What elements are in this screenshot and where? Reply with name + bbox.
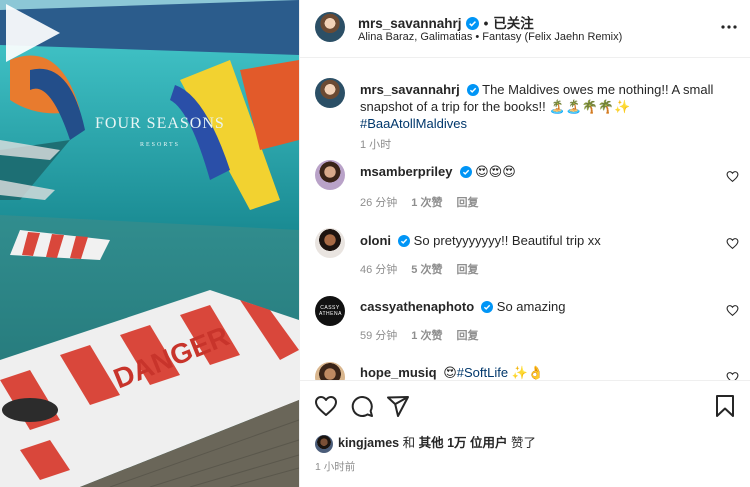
more-options-icon[interactable] [719,17,739,37]
like-comment-icon[interactable] [726,170,739,183]
comment-time[interactable]: 46 分钟 [360,264,397,276]
separator-dot: • [483,16,489,31]
comment-username[interactable]: oloni [360,233,391,248]
verified-icon [459,166,472,178]
bookmark-icon[interactable] [713,394,737,418]
post-video[interactable]: FOUR SEASONS RESORTS DANGER [0,0,299,487]
comment-text: oloni So pretyyyyyyy!! Beautiful trip xx [360,232,730,249]
likes-suffix: 赞了 [507,436,536,450]
liker-username[interactable]: kingjames [338,436,399,450]
comment-meta: 26 分钟 1 次赞 回复 [360,194,492,210]
comment-meta: 46 分钟 5 次赞 回复 [360,261,492,277]
audio-track[interactable]: Alina Baraz, Galimatias • Fantasy (Felix… [358,31,622,43]
likes-summary: kingjames 和 其他 1万 位用户 赞了 [315,432,536,453]
share-icon[interactable] [386,394,410,418]
header-user-line: mrs_savannahrj • 已关注 [358,12,534,32]
avatar[interactable] [315,228,345,258]
comment-username[interactable]: cassyathenaphoto [360,299,474,314]
caption-time[interactable]: 1 小时 [360,139,391,151]
caption-username[interactable]: mrs_savannahrj [360,82,460,97]
post-detail-panel: mrs_savannahrj • 已关注 Alina Baraz, Galimati… [299,0,750,487]
avatar[interactable] [315,362,345,380]
avatar[interactable] [315,78,345,108]
avatar-logo-text: CASSY ATHENA [319,305,342,317]
comment-emoji: ✨👌 [508,365,545,380]
comment-hashtag[interactable]: #SoftLife [457,365,508,380]
avatar[interactable] [315,12,345,42]
comment-icon[interactable] [350,394,374,418]
following-button[interactable]: 已关注 [493,16,534,31]
comment-text: msamberpriley 😍😍😍 [360,163,730,180]
comment-body: 😍😍😍 [475,164,516,179]
hull-brand-text: FOUR SEASONS [95,115,225,132]
comment-text: cassyathenaphoto So amazing [360,298,730,315]
reply-button[interactable]: 回复 [456,330,478,342]
caption-text: mrs_savannahrj The Maldives owes me noth… [360,81,730,132]
verified-icon [466,84,479,96]
comments-list[interactable]: mrs_savannahrj The Maldives owes me noth… [300,68,750,380]
heart-icon[interactable] [314,394,338,418]
avatar[interactable] [315,434,333,453]
comment-body: So pretyyyyyyy!! Beautiful trip xx [413,233,601,248]
post-header: mrs_savannahrj • 已关注 Alina Baraz, Galimati… [300,0,750,58]
like-comment-icon[interactable] [726,237,739,250]
play-icon[interactable] [0,0,66,66]
verified-icon [465,17,479,30]
comment-username[interactable]: msamberpriley [360,164,453,179]
post-actions: kingjames 和 其他 1万 位用户 赞了 1 小时前 [300,380,750,487]
comment-time[interactable]: 26 分钟 [360,197,397,209]
header-username[interactable]: mrs_savannahrj [358,16,462,31]
video-frame: FOUR SEASONS RESORTS DANGER [0,0,299,487]
reply-button[interactable]: 回复 [456,197,478,209]
comment-likes[interactable]: 1 次赞 [411,330,442,342]
comment-text: hope_musiq 😍#SoftLife ✨👌 [360,364,730,380]
like-comment-icon[interactable] [726,304,739,317]
hull-brand-sub-text: RESORTS [140,142,180,148]
caption-hashtag[interactable]: #BaaAtollMaldives [360,116,467,131]
avatar[interactable]: CASSY ATHENA [315,296,345,326]
comment-body: 😍 [443,365,457,380]
comment-username[interactable]: hope_musiq [360,365,437,380]
comment-likes[interactable]: 5 次赞 [411,264,442,276]
likes-others-link[interactable]: 其他 1万 位用户 [419,436,508,450]
comment-likes[interactable]: 1 次赞 [411,197,442,209]
post-timestamp[interactable]: 1 小时前 [315,459,355,474]
comment-meta: 59 分钟 1 次赞 回复 [360,327,492,343]
comment-body: So amazing [496,299,566,314]
like-comment-icon[interactable] [726,371,739,380]
comment-time[interactable]: 59 分钟 [360,330,397,342]
verified-icon [481,301,494,313]
avatar[interactable] [315,160,345,190]
reply-button[interactable]: 回复 [456,264,478,276]
verified-icon [398,235,411,247]
likes-connector: 和 [399,436,419,450]
caption-meta: 1 小时 [360,136,405,152]
